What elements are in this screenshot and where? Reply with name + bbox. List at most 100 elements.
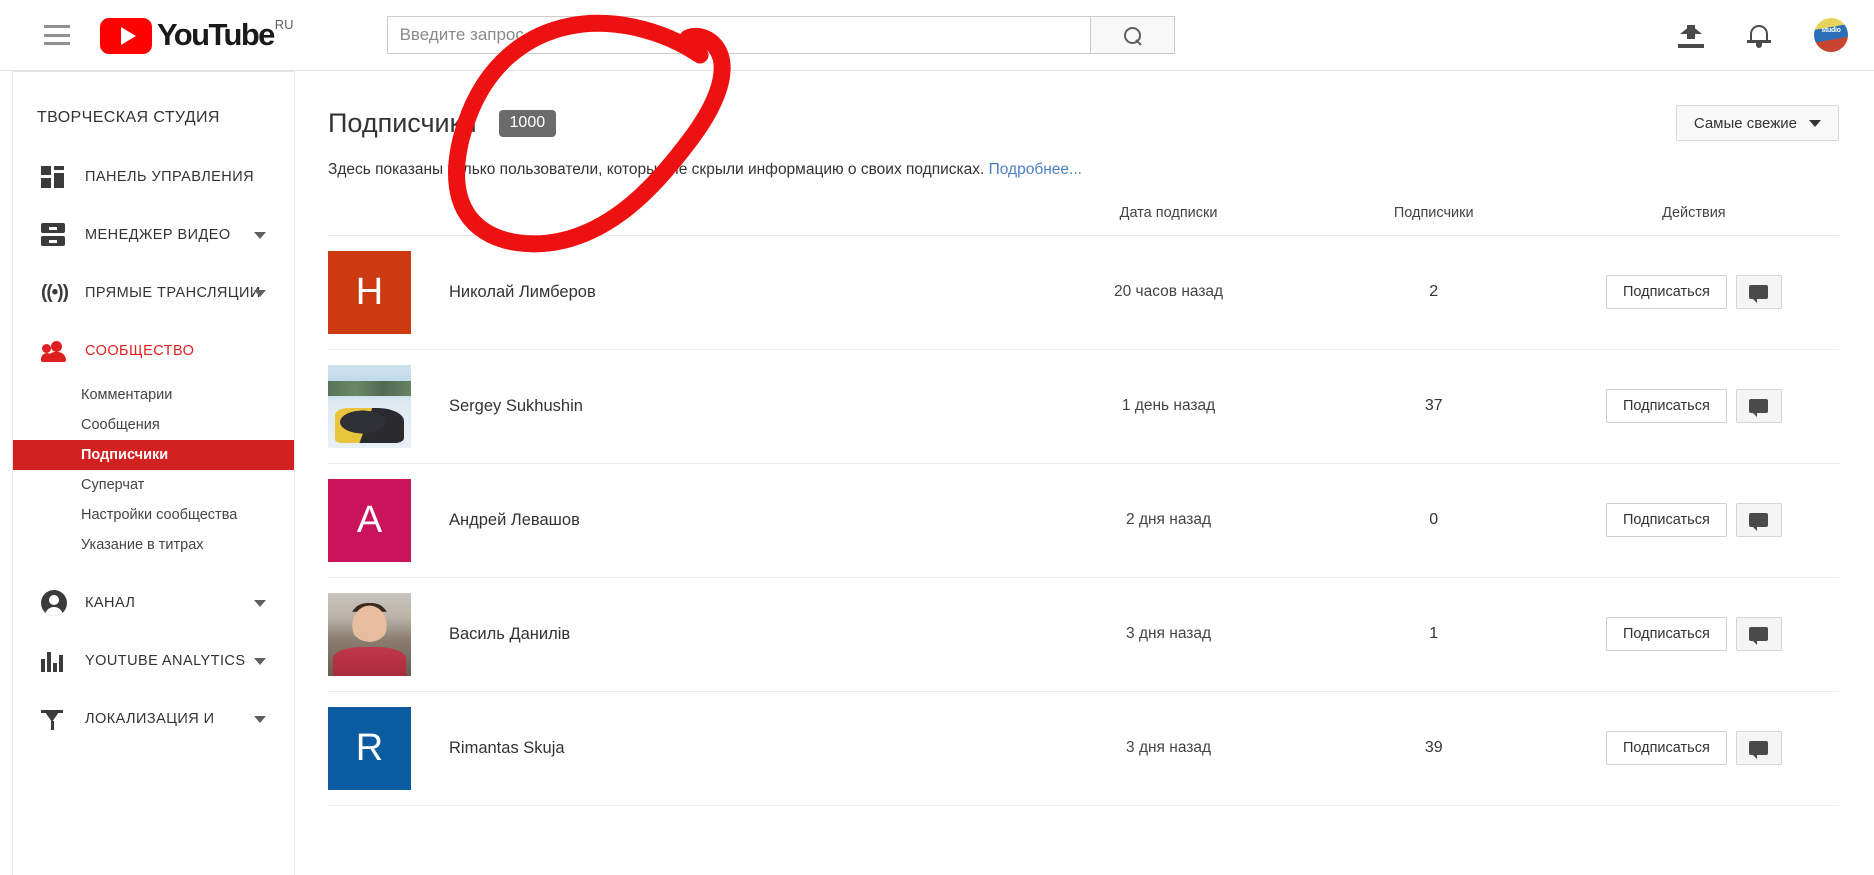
analytics-icon [41,648,71,674]
sidebar-item-analytics[interactable]: YOUTUBE ANALYTICS [13,632,294,690]
subscriber-count: 2 [1318,235,1549,350]
search-input[interactable] [399,25,1090,45]
channel-icon [41,590,71,616]
subscriber-name[interactable]: Василь Данилів [449,625,570,644]
search-button[interactable] [1090,16,1175,54]
search-area [386,16,1175,54]
subscriber-count-badge: 1000 [498,109,557,137]
chevron-down-icon[interactable] [254,289,266,297]
sidebar-item-label: ПРЯМЫЕ ТРАНСЛЯЦИИ [85,285,261,301]
sidebar-item-comments[interactable]: Комментарии [13,380,294,410]
search-box[interactable] [386,16,1091,54]
sidebar-item-community[interactable]: СООБЩЕСТВО [13,322,294,380]
search-icon [1123,26,1141,44]
subscription-date: 3 дня назад [1018,577,1319,692]
bell-icon [1747,23,1771,48]
notifications-button[interactable] [1747,23,1771,48]
page-header: Подписчики 1000 Самые свежие [328,71,1839,141]
sidebar: ТВОРЧЕСКАЯ СТУДИЯ ПАНЕЛЬ УПРАВЛЕНИЯ МЕНЕ… [12,71,295,875]
sidebar-item-community-settings[interactable]: Настройки сообщества [13,500,294,530]
sort-dropdown-label: Самые свежие [1693,114,1797,132]
upload-icon [1678,22,1704,48]
sidebar-nav: ПАНЕЛЬ УПРАВЛЕНИЯ МЕНЕДЖЕР ВИДЕО ((•)) П… [13,148,294,748]
table-row[interactable]: А Андрей Левашов 2 дня назад 0 Подписать… [328,463,1839,578]
sort-dropdown[interactable]: Самые свежие [1675,105,1839,141]
sidebar-item-video-manager[interactable]: МЕНЕДЖЕР ВИДЕО [13,206,294,264]
table-row[interactable]: R Rimantas Skuja 3 дня назад 39 Подписат… [328,691,1839,806]
subnav-label: Сообщения [81,417,160,433]
subscribe-button[interactable]: Подписаться [1605,503,1727,538]
message-bubble-icon [1749,741,1769,760]
table-row[interactable]: Sergey Sukhushin 1 день назад 37 Подписа… [328,349,1839,464]
sidebar-item-label: YOUTUBE ANALYTICS [85,653,246,669]
subnav-label: Комментарии [81,387,173,403]
avatar-letter: R [355,726,384,769]
subscriber-count: 39 [1318,691,1549,806]
message-button[interactable] [1735,275,1782,310]
brand-text: YouTube [157,17,275,52]
subscribe-button[interactable]: Подписаться [1605,389,1727,424]
subscription-date: 3 дня назад [1018,691,1319,806]
sidebar-item-credits[interactable]: Указание в титрах [13,530,294,560]
subscribers-table: Дата подписки Подписчики Действия Н Нико… [328,204,1839,806]
sidebar-item-localization[interactable]: ЛОКАЛИЗАЦИЯ И [13,690,294,748]
avatar[interactable]: А [328,478,411,562]
page-title: Подписчики [328,107,477,138]
sidebar-item-label: ЛОКАЛИЗАЦИЯ И [85,711,215,727]
subscriber-count: 0 [1318,463,1549,578]
subscriber-count: 37 [1318,349,1549,464]
chevron-down-icon[interactable] [254,715,266,723]
subscribe-button[interactable]: Подписаться [1605,731,1727,766]
main-content: Подписчики 1000 Самые свежие Здесь показ… [295,71,1874,875]
subscription-date: 1 день назад [1018,349,1319,464]
avatar[interactable] [328,364,411,448]
table-row[interactable]: Н Николай Лимберов 20 часов назад 2 Подп… [328,235,1839,350]
message-button[interactable] [1735,503,1782,538]
video-manager-icon [41,222,71,248]
subscribers-table-body: Н Николай Лимберов 20 часов назад 2 Подп… [328,235,1839,806]
chevron-down-icon[interactable] [254,657,266,665]
sidebar-item-channel[interactable]: КАНАЛ [13,574,294,632]
top-bar: YouTube RU studio [0,0,1874,71]
sidebar-item-label: МЕНЕДЖЕР ВИДЕО [85,227,231,243]
hamburger-icon[interactable] [44,25,70,45]
table-row[interactable]: Василь Данилів 3 дня назад 1 Подписаться [328,577,1839,692]
sidebar-item-label: КАНАЛ [85,595,136,611]
youtube-logo[interactable]: YouTube RU [100,16,294,54]
avatar[interactable] [328,592,411,676]
subscriber-name[interactable]: Николай Лимберов [449,283,596,302]
subscriber-name[interactable]: Sergey Sukhushin [449,397,583,416]
account-avatar[interactable]: studio [1814,18,1848,52]
play-icon [100,18,152,54]
avatar[interactable]: Н [328,250,411,334]
subscriber-name[interactable]: Rimantas Skuja [449,739,565,758]
message-bubble-icon [1749,627,1769,646]
subscriber-count: 1 [1318,577,1549,692]
top-bar-actions: studio [1678,18,1848,52]
column-header-subscribers: Подписчики [1318,204,1549,236]
learn-more-link[interactable]: Подробнее... [989,161,1082,178]
community-icon [41,338,71,364]
sidebar-item-messages[interactable]: Сообщения [13,410,294,440]
avatar[interactable]: R [328,706,411,790]
message-button[interactable] [1735,617,1782,652]
subscriber-name[interactable]: Андрей Левашов [449,511,580,530]
chevron-down-icon[interactable] [254,599,266,607]
sidebar-item-dashboard[interactable]: ПАНЕЛЬ УПРАВЛЕНИЯ [13,148,294,206]
message-button[interactable] [1735,389,1782,424]
column-header-actions: Действия [1548,204,1839,236]
sidebar-item-live[interactable]: ((•)) ПРЯМЫЕ ТРАНСЛЯЦИИ [13,264,294,322]
avatar-letter: Н [355,270,384,313]
chevron-down-icon[interactable] [254,231,266,239]
subscribe-button[interactable]: Подписаться [1605,617,1727,652]
sidebar-item-superchat[interactable]: Суперчат [13,470,294,500]
subscribe-button[interactable]: Подписаться [1605,275,1727,310]
sidebar-item-label: ПАНЕЛЬ УПРАВЛЕНИЯ [85,169,255,185]
sidebar-item-subscribers[interactable]: Подписчики [13,440,294,470]
message-button[interactable] [1735,731,1782,766]
brand-country-code: RU [274,17,294,32]
dashboard-icon [41,164,71,190]
column-header-date: Дата подписки [1018,204,1319,236]
avatar-label: studio [1821,27,1841,34]
upload-button[interactable] [1678,22,1704,48]
